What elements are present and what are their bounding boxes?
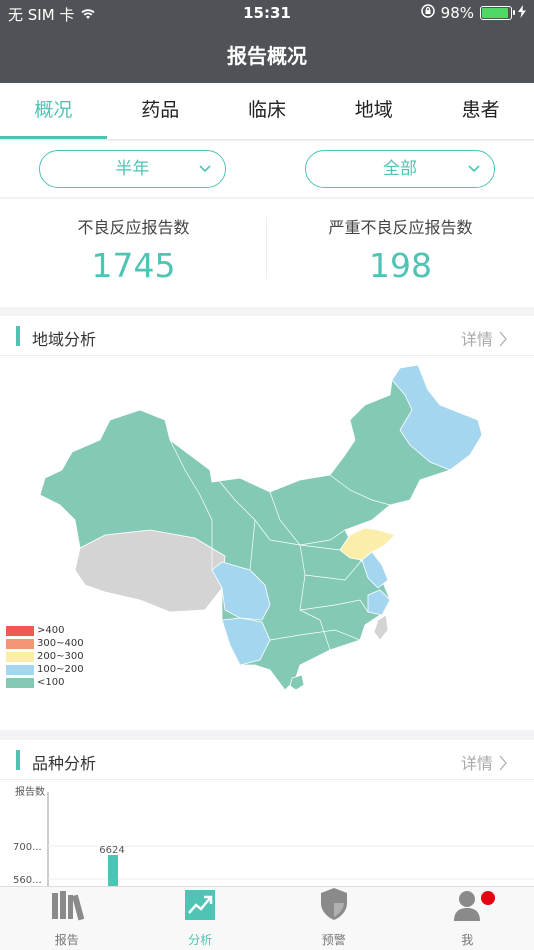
legend-swatch — [6, 677, 34, 688]
legend-swatch — [6, 638, 34, 649]
summary-stats: 不良反应报告数 1745 严重不良反应报告数 198 — [0, 199, 534, 307]
legend-label: 100~200 — [37, 664, 84, 675]
charging-icon — [518, 4, 526, 22]
period-select[interactable]: 半年 — [39, 150, 226, 188]
divider — [266, 217, 267, 279]
tabbar-item-alerts[interactable]: 预警 — [267, 887, 401, 950]
legend-swatch — [6, 651, 34, 662]
legend-swatch — [6, 664, 34, 675]
period-select-value: 半年 — [115, 159, 150, 179]
section-title: 品种分析 — [32, 754, 97, 773]
y-tick-label: 560... — [13, 875, 42, 886]
legend-item: >400 — [6, 624, 84, 637]
page-title: 报告概况 — [227, 44, 307, 68]
section-header: 品种分析 详情 — [0, 740, 534, 780]
tab-clinical[interactable]: 临床 — [214, 83, 321, 139]
map-region-taiwan — [373, 614, 389, 641]
person-icon — [452, 889, 482, 925]
rotation-lock-icon — [420, 4, 435, 22]
books-icon — [50, 889, 85, 925]
legend-item: 200~300 — [6, 650, 84, 663]
bar-value-label: 6624 — [99, 845, 124, 856]
details-link[interactable]: 详情 — [461, 750, 508, 774]
stat-adr-reports[interactable]: 不良反应报告数 1745 — [0, 199, 267, 307]
details-label: 详情 — [460, 754, 493, 773]
map-legend: >400 300~400 200~300 100~200 <100 — [6, 624, 84, 689]
trend-chart-icon — [184, 889, 216, 925]
section-header: 地域分析 详情 — [0, 316, 534, 356]
tabbar-label: 报告 — [54, 933, 79, 947]
tabbar-label: 分析 — [188, 933, 213, 947]
chevron-right-icon — [498, 754, 508, 773]
battery-percent: 98% — [440, 4, 474, 22]
legend-label: <100 — [37, 677, 65, 688]
section-title: 地域分析 — [32, 330, 97, 349]
scope-select[interactable]: 全部 — [305, 150, 495, 188]
region-analysis-card: 地域分析 详情 >400 300~400 200~300 100~200 <10… — [0, 316, 534, 730]
legend-label: 200~300 — [37, 651, 84, 662]
tabbar-label: 预警 — [321, 933, 346, 947]
tab-overview[interactable]: 概况 — [0, 83, 107, 139]
tabbar-item-me[interactable]: 我 — [401, 887, 534, 950]
details-link[interactable]: 详情 — [461, 326, 508, 350]
bottom-tab-bar: 报告 分析 预警 我 — [0, 886, 534, 950]
stat-label: 严重不良反应报告数 — [328, 218, 473, 237]
stat-label: 不良反应报告数 — [77, 218, 190, 237]
status-bar: 无 SIM 卡 15:31 98% — [0, 0, 534, 28]
y-tick-label: 700... — [13, 842, 42, 853]
section-accent-bar — [16, 326, 20, 346]
section-accent-bar — [16, 750, 20, 770]
chevron-down-icon — [199, 151, 211, 187]
filter-bar: 半年 全部 — [0, 141, 534, 198]
legend-item: 300~400 — [6, 637, 84, 650]
nav-header: 无 SIM 卡 15:31 98% 报告概况 — [0, 0, 534, 83]
tab-drugs[interactable]: 药品 — [107, 83, 214, 139]
variety-analysis-card: 品种分析 详情 报告数 700... 560... 6624 — [0, 740, 534, 890]
legend-label: 300~400 — [37, 638, 84, 649]
tabbar-item-reports[interactable]: 报告 — [0, 887, 134, 950]
stat-serious-adr-reports[interactable]: 严重不良反应报告数 198 — [267, 199, 534, 307]
tabbar-item-analysis[interactable]: 分析 — [134, 887, 268, 950]
chevron-right-icon — [498, 330, 508, 349]
chevron-down-icon — [468, 151, 480, 187]
battery-icon — [480, 6, 515, 20]
chart-bar[interactable] — [108, 855, 118, 890]
legend-swatch — [6, 625, 34, 636]
app-screen: 无 SIM 卡 15:31 98% 报告概况 概况 药品 临床 地域 患者 半年… — [0, 0, 534, 950]
tab-region[interactable]: 地域 — [320, 83, 427, 139]
shield-icon — [319, 887, 349, 925]
notification-badge — [481, 891, 495, 905]
tabbar-label: 我 — [461, 933, 474, 947]
scope-select-value: 全部 — [383, 159, 417, 179]
top-tabs: 概况 药品 临床 地域 患者 — [0, 83, 534, 140]
tab-patients[interactable]: 患者 — [427, 83, 534, 139]
stat-value: 1745 — [91, 246, 176, 285]
legend-label: >400 — [37, 625, 65, 636]
variety-bar-chart: 报告数 700... 560... 6624 — [13, 785, 534, 890]
legend-item: <100 — [6, 676, 84, 689]
y-axis-label: 报告数 — [15, 785, 45, 798]
legend-item: 100~200 — [6, 663, 84, 676]
details-label: 详情 — [460, 330, 493, 349]
stat-value: 198 — [369, 246, 432, 285]
